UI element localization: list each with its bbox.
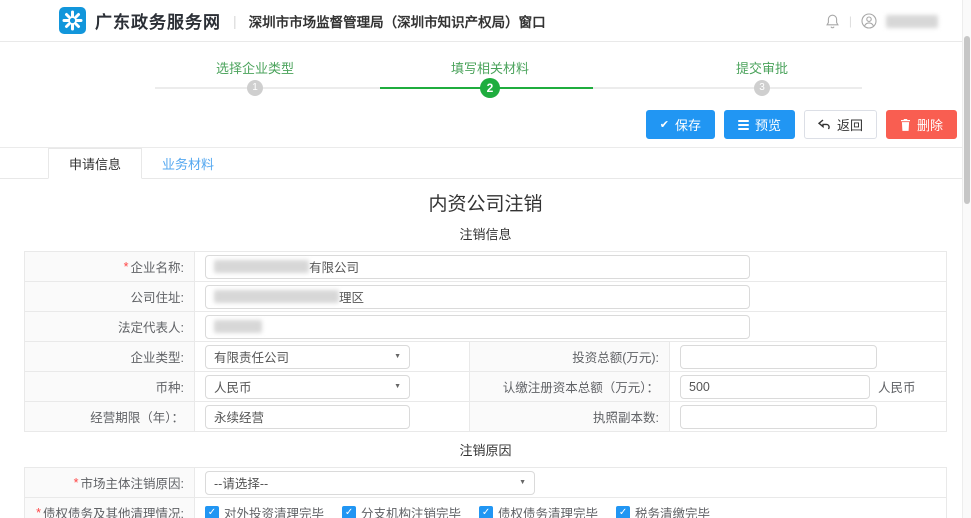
company-address-input[interactable]: 理区 — [205, 285, 750, 309]
chevron-down-icon: ▼ — [394, 353, 401, 360]
scrollbar-thumb[interactable] — [964, 36, 970, 204]
table-row: *市场主体注销原因: --请选择-- ▼ — [25, 468, 946, 498]
back-undo-arrow-icon — [818, 119, 831, 130]
back-button[interactable]: 返回 — [804, 110, 877, 139]
legal-representative-label: 法定代表人: — [25, 312, 195, 341]
table-row: 法定代表人: — [25, 312, 946, 342]
deregistration-reason-select[interactable]: --请选择-- ▼ — [205, 471, 535, 495]
preview-list-icon — [738, 120, 749, 130]
step3-label: 提交审批 — [682, 58, 842, 77]
table-row: *债权债务及其他清理情况: ✓ 对外投资清理完毕 ✓ 分支机构注销完毕 ✓ 债权… — [25, 498, 946, 518]
checkbox-checked-icon: ✓ — [479, 506, 493, 518]
clearance-status-label: *债权债务及其他清理情况: — [25, 498, 195, 518]
table-row: 公司住址: 理区 — [25, 282, 946, 312]
step1-label: 选择企业类型 — [175, 58, 335, 77]
checkbox-tax-settled[interactable]: ✓ 税务清缴完毕 — [616, 503, 710, 518]
step2-circle-active: 2 — [480, 78, 500, 98]
step3-circle: 3 — [754, 80, 770, 96]
form-content: 内资公司注销 注销信息 *企业名称: 有限公司 公司住址: — [0, 179, 971, 518]
chevron-down-icon: ▼ — [519, 479, 526, 486]
header-right-cluster: | — [825, 0, 938, 42]
header-icon-divider: | — [849, 14, 852, 28]
business-term-input[interactable] — [205, 405, 410, 429]
company-address-redacted — [214, 290, 339, 303]
company-name-redacted — [214, 260, 309, 273]
license-copies-label: 执照副本数: — [470, 402, 670, 431]
deregistration-info-table: *企业名称: 有限公司 公司住址: 理区 — [24, 251, 947, 432]
chevron-down-icon: ▼ — [394, 383, 401, 390]
deregistration-reason-table: *市场主体注销原因: --请选择-- ▼ *债权债务及其他清理情况: ✓ 对外投… — [24, 467, 947, 518]
section-heading-reason: 注销原因 — [0, 440, 971, 459]
business-term-label: 经营期限（年）： — [25, 402, 195, 431]
site-logo-kapok-flower-icon — [59, 7, 86, 34]
progress-stepper: 选择企业类型 填写相关材料 提交审批 1 2 3 — [0, 42, 971, 110]
header-divider: | — [233, 13, 237, 29]
total-investment-label: 投资总额(万元): — [470, 342, 670, 371]
registered-capital-currency-suffix: 人民币 — [878, 377, 916, 396]
currency-select[interactable]: 人民币 ▼ — [205, 375, 410, 399]
save-check-icon: ✔ — [660, 118, 669, 131]
checkbox-checked-icon: ✓ — [616, 506, 630, 518]
action-toolbar: ✔ 保存 预览 返回 删除 — [0, 110, 971, 148]
delete-trash-icon — [900, 119, 911, 131]
user-avatar-icon[interactable] — [861, 13, 877, 29]
registered-capital-label: 认缴注册资本总额（万元）： — [470, 372, 670, 401]
username-redacted[interactable] — [886, 15, 938, 28]
company-name-input[interactable]: 有限公司 — [205, 255, 750, 279]
vertical-scrollbar[interactable] — [962, 0, 971, 518]
license-copies-input[interactable] — [680, 405, 877, 429]
checkbox-foreign-investment-cleared[interactable]: ✓ 对外投资清理完毕 — [205, 503, 324, 518]
page: 广东政务服务网 | 深圳市市场监督管理局（深圳市知识产权局）窗口 | 选择企业类… — [0, 0, 971, 518]
brand-title: 广东政务服务网 — [95, 8, 221, 33]
table-row: 币种: 人民币 ▼ 认缴注册资本总额（万元）： 人民币 — [25, 372, 946, 402]
registered-capital-input[interactable] — [680, 375, 870, 399]
step2-label: 填写相关材料 — [410, 58, 570, 77]
company-name-label: *企业名称: — [25, 252, 195, 281]
company-type-label: 企业类型: — [25, 342, 195, 371]
total-investment-input[interactable] — [680, 345, 877, 369]
checkbox-debts-cleared[interactable]: ✓ 债权债务清理完毕 — [479, 503, 598, 518]
notification-bell-icon[interactable] — [825, 13, 840, 30]
checkbox-branches-deregistered[interactable]: ✓ 分支机构注销完毕 — [342, 503, 461, 518]
legal-representative-redacted — [214, 320, 262, 333]
page-title: 内资公司注销 — [0, 189, 971, 216]
section-heading-info: 注销信息 — [0, 224, 971, 243]
save-button[interactable]: ✔ 保存 — [646, 110, 715, 139]
legal-representative-input[interactable] — [205, 315, 750, 339]
preview-button[interactable]: 预览 — [724, 110, 795, 139]
company-address-label: 公司住址: — [25, 282, 195, 311]
table-row: *企业名称: 有限公司 — [25, 252, 946, 282]
table-row: 企业类型: 有限责任公司 ▼ 投资总额(万元): — [25, 342, 946, 372]
currency-label: 币种: — [25, 372, 195, 401]
step1-circle: 1 — [247, 80, 263, 96]
tab-application-info[interactable]: 申请信息 — [48, 148, 142, 179]
window-title: 深圳市市场监督管理局（深圳市知识产权局）窗口 — [249, 11, 546, 31]
checkbox-checked-icon: ✓ — [205, 506, 219, 518]
table-row: 经营期限（年）： 执照副本数: — [25, 402, 946, 432]
delete-button[interactable]: 删除 — [886, 110, 957, 139]
site-header: 广东政务服务网 | 深圳市市场监督管理局（深圳市知识产权局）窗口 | — [0, 0, 971, 42]
tab-strip: 申请信息 业务材料 — [0, 148, 971, 179]
tab-business-materials[interactable]: 业务材料 — [142, 148, 234, 178]
company-type-select[interactable]: 有限责任公司 ▼ — [205, 345, 410, 369]
checkbox-checked-icon: ✓ — [342, 506, 356, 518]
deregistration-reason-label: *市场主体注销原因: — [25, 468, 195, 497]
